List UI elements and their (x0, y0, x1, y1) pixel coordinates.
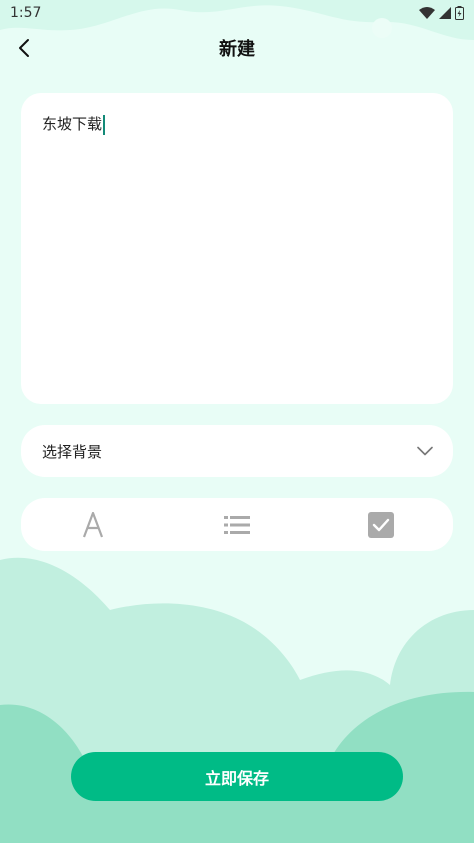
back-button[interactable] (10, 32, 38, 64)
chevron-down-icon (417, 446, 433, 456)
chevron-left-icon (19, 39, 29, 57)
status-bar: 1:57 (0, 0, 474, 26)
checkbox-button[interactable] (351, 505, 411, 545)
text-format-button[interactable] (63, 505, 123, 545)
wifi-icon (419, 7, 435, 19)
format-toolbar (21, 498, 453, 551)
header: 新建 (0, 28, 474, 68)
list-button[interactable] (207, 505, 267, 545)
note-text: 东坡下载 (42, 115, 103, 133)
save-button[interactable]: 立即保存 (71, 752, 403, 801)
text-format-icon (82, 511, 104, 537)
battery-icon (455, 6, 464, 20)
signal-icon (439, 7, 451, 19)
note-editor[interactable]: 东坡下载 (21, 93, 453, 404)
status-icons (419, 6, 464, 20)
checkbox-icon (368, 511, 394, 538)
status-time: 1:57 (10, 5, 42, 21)
background-select-label: 选择背景 (42, 442, 103, 461)
page-title: 新建 (219, 39, 255, 60)
background-select[interactable]: 选择背景 (21, 425, 453, 477)
list-icon (224, 515, 250, 534)
text-caret (103, 114, 106, 135)
